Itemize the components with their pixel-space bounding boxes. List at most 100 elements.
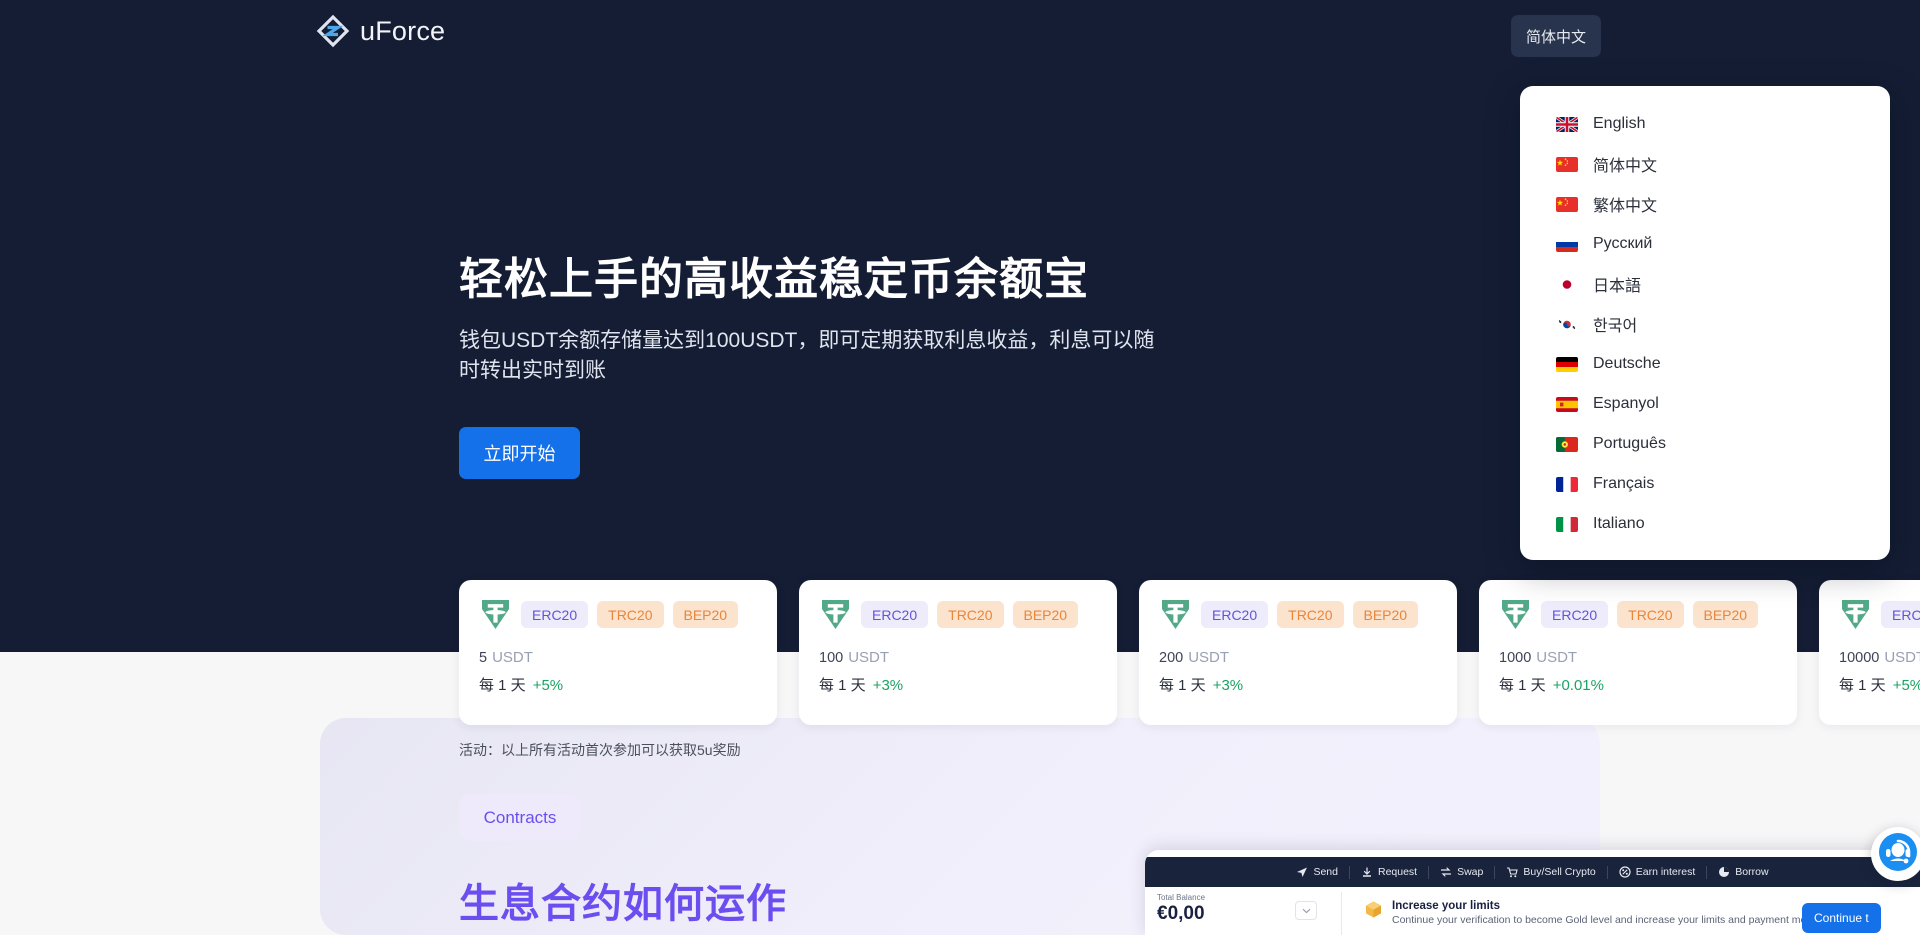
- flag-es-icon: [1556, 396, 1578, 412]
- contracts-chip-label: Contracts: [483, 807, 557, 827]
- support-chat-button[interactable]: [1871, 827, 1920, 881]
- language-option-5[interactable]: 한국어: [1520, 304, 1890, 344]
- chain-chip-trc20[interactable]: TRC20: [1277, 601, 1344, 628]
- language-option-10[interactable]: Italiano: [1520, 504, 1890, 544]
- uforce-diamond-logo-icon: [316, 14, 350, 48]
- rate-period: 每 1 天: [1499, 677, 1546, 694]
- brand-name: uForce: [360, 15, 446, 46]
- tether-icon: [479, 598, 512, 631]
- tether-icon: [1839, 598, 1872, 631]
- brand-logo[interactable]: uForce: [316, 14, 445, 48]
- toolbar-item-swap[interactable]: Swap: [1429, 866, 1494, 878]
- contracts-heading: 生息合约如何运作: [459, 882, 787, 926]
- get-started-button[interactable]: 立即开始: [459, 427, 580, 479]
- chain-chip-bep20[interactable]: BEP20: [672, 601, 739, 628]
- amount-value: 10000: [1839, 650, 1880, 666]
- rate-percent: +5%: [532, 677, 564, 694]
- rate-period: 每 1 天: [1839, 677, 1886, 694]
- rate-period: 每 1 天: [819, 677, 866, 694]
- language-option-3[interactable]: Русский: [1520, 224, 1890, 264]
- rate-card-rate: 每 1 天 +3%: [1159, 674, 1437, 695]
- amount-unit: USDT: [1188, 649, 1230, 666]
- toolbar-item-earn-interest[interactable]: Earn interest: [1608, 866, 1707, 878]
- rate-percent: +3%: [1212, 677, 1244, 694]
- chain-chip-erc20[interactable]: ERC20: [1541, 601, 1609, 628]
- chain-chip-row: ERC20 TRC20 BEP20: [479, 598, 757, 631]
- language-option-8[interactable]: Português: [1520, 424, 1890, 464]
- get-started-label: 立即开始: [483, 444, 556, 464]
- chain-chip-bep20[interactable]: BEP20: [1012, 601, 1079, 628]
- language-option-label: Français: [1593, 475, 1655, 492]
- tether-icon: [819, 598, 852, 631]
- language-option-label: Italiano: [1593, 515, 1645, 532]
- language-option-0[interactable]: English: [1520, 104, 1890, 144]
- amount-value: 5: [479, 650, 488, 666]
- language-switcher-label: 简体中文: [1525, 28, 1586, 46]
- chain-chip-erc20[interactable]: ERC20: [521, 601, 589, 628]
- contracts-chip[interactable]: Contracts: [459, 794, 581, 841]
- language-option-label: 繁体中文: [1593, 198, 1658, 215]
- rate-card-amount: 10000USDT: [1839, 649, 1920, 666]
- toolbar-item-borrow[interactable]: Borrow: [1707, 866, 1779, 878]
- language-option-label: Deutsche: [1593, 355, 1661, 372]
- swap-icon: [1440, 866, 1452, 878]
- language-switcher-button[interactable]: 简体中文: [1511, 15, 1601, 57]
- rate-percent: +0.01%: [1552, 677, 1604, 694]
- chain-chip-row: ERC20 TRC20 BEP20: [819, 598, 1097, 631]
- headset-support-icon: [1877, 831, 1919, 878]
- language-option-2[interactable]: 繁体中文: [1520, 184, 1890, 224]
- toolbar-item-buy-sell-crypto[interactable]: Buy/Sell Crypto: [1495, 866, 1606, 878]
- chain-chip-trc20[interactable]: TRC20: [937, 601, 1004, 628]
- app-toolbar: Send Request Swap Buy/Sell Crypto Earn inter…: [1145, 857, 1920, 887]
- chain-chip-erc20[interactable]: ERC20: [1201, 601, 1269, 628]
- download-icon: [1361, 866, 1373, 878]
- toolbar-item-label: Borrow: [1735, 866, 1769, 878]
- rate-percent: +5%: [1892, 677, 1920, 694]
- chain-chip-trc20[interactable]: TRC20: [597, 601, 664, 628]
- toolbar-item-send[interactable]: Send: [1285, 866, 1349, 878]
- chain-chip-bep20[interactable]: BEP20: [1352, 601, 1419, 628]
- chain-chip-row: ERC20 TRC20 BEP20: [1499, 598, 1777, 631]
- rate-card[interactable]: ERC20 TRC20 BEP20 5 USDT 每 1 天 +5%: [459, 580, 777, 725]
- amount-unit: USDT: [848, 649, 890, 666]
- flag-cn-icon: [1556, 196, 1578, 212]
- rate-percent: +3%: [872, 677, 904, 694]
- toolbar-item-request[interactable]: Request: [1350, 866, 1428, 878]
- language-option-4[interactable]: 日本語: [1520, 264, 1890, 304]
- rate-card-rate: 每 1 天 +5%: [1839, 674, 1920, 695]
- language-dropdown-menu[interactable]: English 简体中文繁体中文 Русский 日本語 한국어 Deutsche Espa…: [1520, 86, 1890, 560]
- hero-subtitle: 钱包USDT余额存储量达到100USDT，即可定期获取利息收益，利息可以随时转出…: [459, 329, 1155, 383]
- language-option-9[interactable]: Français: [1520, 464, 1890, 504]
- language-option-label: Espanyol: [1593, 395, 1659, 412]
- chain-chip-trc20[interactable]: TRC20: [1617, 601, 1684, 628]
- amount-unit: USDT: [1536, 649, 1578, 666]
- rate-card[interactable]: ERC20 TRC20 BEP20 1000 USDT 每 1 天 +0.01%: [1479, 580, 1797, 725]
- language-option-7[interactable]: Espanyol: [1520, 384, 1890, 424]
- toolbar-item-label: Buy/Sell Crypto: [1523, 866, 1596, 878]
- language-option-label: 简体中文: [1593, 158, 1658, 175]
- chain-chip-erc20[interactable]: ERC20: [1881, 601, 1920, 628]
- rate-card[interactable]: ERC20TRC20BEP20 10000USDT 每 1 天 +5%: [1819, 580, 1920, 725]
- rate-card-rate: 每 1 天 +3%: [819, 674, 1097, 695]
- chain-chip-row: ERC20 TRC20 BEP20: [1159, 598, 1437, 631]
- rate-period: 每 1 天: [1159, 677, 1206, 694]
- amount-unit: USDT: [1884, 649, 1920, 666]
- chain-chip-row: ERC20TRC20BEP20: [1839, 598, 1920, 631]
- language-option-label: 日本語: [1593, 278, 1642, 295]
- continue-button[interactable]: Continue t: [1802, 903, 1881, 933]
- flag-kr-icon: [1556, 316, 1578, 332]
- cart-icon: [1506, 866, 1519, 878]
- rate-card[interactable]: ERC20 TRC20 BEP20 100 USDT 每 1 天 +3%: [799, 580, 1117, 725]
- rate-card-amount: 200 USDT: [1159, 649, 1437, 666]
- rate-card-amount: 1000 USDT: [1499, 649, 1777, 666]
- flag-gb-icon: [1556, 116, 1578, 132]
- rate-card[interactable]: ERC20 TRC20 BEP20 200 USDT 每 1 天 +3%: [1139, 580, 1457, 725]
- flag-it-icon: [1556, 516, 1578, 532]
- balance-chevron-down-icon[interactable]: [1295, 901, 1317, 920]
- language-option-6[interactable]: Deutsche: [1520, 344, 1890, 384]
- flag-cn-icon: [1556, 156, 1578, 172]
- language-option-1[interactable]: 简体中文: [1520, 144, 1890, 184]
- language-option-label: 한국어: [1593, 318, 1638, 335]
- chain-chip-erc20[interactable]: ERC20: [861, 601, 929, 628]
- chain-chip-bep20[interactable]: BEP20: [1692, 601, 1759, 628]
